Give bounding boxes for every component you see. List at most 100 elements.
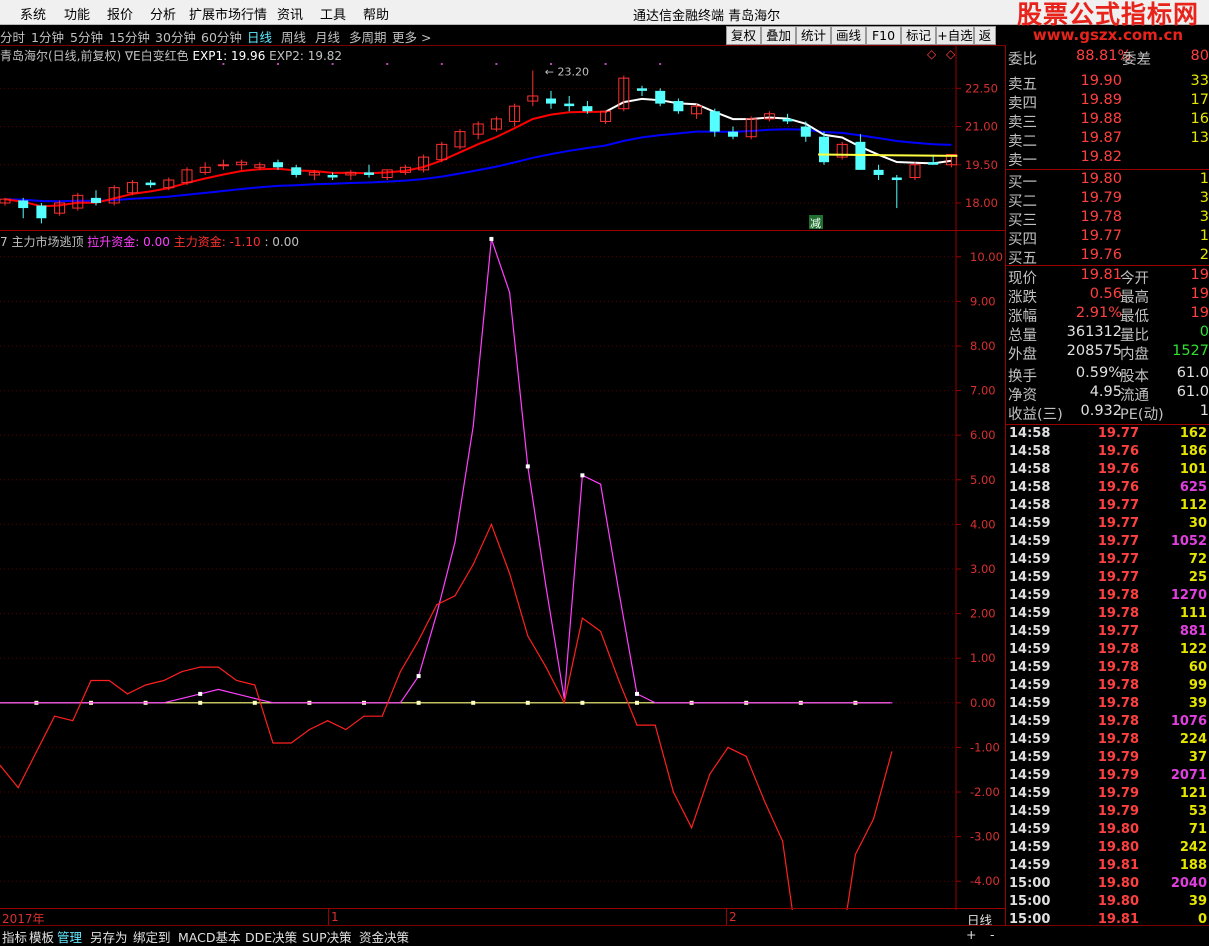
series-point xyxy=(563,702,565,704)
menu-function[interactable]: 功能 xyxy=(64,4,90,23)
series-point xyxy=(327,702,329,704)
period-intraday[interactable]: 分时 xyxy=(0,27,25,46)
tick-time: 14:59 xyxy=(1009,552,1051,567)
tick-row: 14:59 19.77 1052 xyxy=(1006,534,1209,552)
stat-row: 涨幅 2.91% 最低 19 xyxy=(1006,305,1209,325)
series-point xyxy=(90,679,92,682)
tick-row: 14:59 19.78 60 xyxy=(1006,660,1209,678)
tab-macd-basic[interactable]: MACD基本 xyxy=(178,927,240,946)
tab-sup-decision[interactable]: SUP决策 xyxy=(302,927,352,946)
tick-volume: 122 xyxy=(1179,642,1207,657)
menu-quote[interactable]: 报价 xyxy=(107,4,133,23)
statistics-button[interactable]: 统计 xyxy=(796,26,831,45)
candle xyxy=(472,121,484,140)
tab-fund-decision[interactable]: 资金决策 xyxy=(359,927,409,946)
candle xyxy=(691,103,703,119)
tick-price: 19.76 xyxy=(1097,444,1139,459)
tick-row: 14:58 19.77 112 xyxy=(1006,498,1209,516)
series-point xyxy=(509,572,511,575)
yellow-line xyxy=(817,153,958,157)
period-daily[interactable]: 日线 xyxy=(247,27,272,46)
tick-time: 15:00 xyxy=(1009,876,1051,891)
stat-label: 换手 xyxy=(1008,369,1037,385)
indicator-ytick-label: 7.00 xyxy=(970,384,996,398)
price-candlestick-chart[interactable]: 22.5021.0019.5018.00← 23.20← 17.00减 xyxy=(0,45,1005,231)
indicator-chart[interactable]: 10.00 9.00 8.00 7.00 6.00 5.00 4.00 3.00 2.00 1.0… xyxy=(0,230,1005,910)
tick-volume: 1052 xyxy=(1170,534,1207,549)
tick-time: 14:59 xyxy=(1009,534,1051,549)
tick-row: 14:58 19.76 101 xyxy=(1006,462,1209,480)
menu-info[interactable]: 资讯 xyxy=(277,4,303,23)
add-watchlist-button[interactable]: +自选 xyxy=(936,26,974,45)
series-point xyxy=(436,613,438,615)
tab-save-as[interactable]: 另存为 xyxy=(90,927,128,946)
period-weekly[interactable]: 周线 xyxy=(281,27,306,46)
candle-body xyxy=(582,106,593,112)
tick-price: 19.77 xyxy=(1097,426,1139,441)
stat-value: 361312 xyxy=(1066,324,1122,340)
indicator-ytick-label: -4.00 xyxy=(970,874,1000,888)
signal-dot xyxy=(550,63,552,65)
period-more[interactable]: 更多 > xyxy=(392,27,431,46)
indicator-ytick-label: -1.00 xyxy=(970,740,1000,754)
tick-price: 19.79 xyxy=(1097,804,1139,819)
candle-body xyxy=(709,111,720,132)
zoom-out-button[interactable]: - xyxy=(990,927,995,942)
bid-level-label: 买三 xyxy=(1008,213,1037,229)
period-5min[interactable]: 5分钟 xyxy=(70,27,103,46)
period-15min[interactable]: 15分钟 xyxy=(109,27,150,46)
ask-level-label: 卖一 xyxy=(1008,153,1037,169)
menu-help[interactable]: 帮助 xyxy=(363,4,389,23)
signal-dot xyxy=(659,63,662,65)
series-point xyxy=(600,630,602,633)
draw-line-button[interactable]: 画线 xyxy=(831,26,866,45)
tab-dde-decision[interactable]: DDE决策 xyxy=(245,927,297,946)
month-divider xyxy=(726,909,727,925)
f10-button[interactable]: F10 xyxy=(866,26,901,45)
ask-level-volume: 16 xyxy=(1190,111,1209,127)
bid-level-row: 买二 19.79 3 xyxy=(1006,190,1209,210)
main-ytick-label: 18.00 xyxy=(965,196,998,210)
return-button[interactable]: 返 xyxy=(974,26,996,45)
candle-body xyxy=(637,88,647,91)
candle-body xyxy=(546,98,556,104)
series-point xyxy=(709,773,711,775)
period-60min[interactable]: 60分钟 xyxy=(201,27,242,46)
series-point xyxy=(181,670,183,673)
tab-template[interactable]: 模板 xyxy=(29,927,54,946)
signal-dot xyxy=(440,63,443,65)
overlay-button[interactable]: 叠加 xyxy=(761,26,796,45)
restore-rights-button[interactable]: 复权 xyxy=(726,26,761,45)
menu-analysis[interactable]: 分析 xyxy=(150,4,176,23)
tab-bind-to[interactable]: 绑定到 xyxy=(133,927,171,946)
series-point xyxy=(163,702,165,704)
menu-system[interactable]: 系统 xyxy=(20,4,46,23)
tick-price: 19.76 xyxy=(1097,462,1139,477)
tick-row: 14:59 19.77 72 xyxy=(1006,552,1209,570)
zoom-in-button[interactable]: + xyxy=(966,927,976,942)
period-1min[interactable]: 1分钟 xyxy=(31,27,64,46)
menu-extended-market[interactable]: 扩展市场行情 xyxy=(189,4,267,23)
reduce-tag: 减 xyxy=(810,217,821,230)
tick-price: 19.78 xyxy=(1097,732,1139,747)
ask-level-price: 19.82 xyxy=(1080,149,1122,165)
candle xyxy=(873,164,884,181)
ask-level-volume: 33 xyxy=(1190,73,1209,89)
tick-price: 19.78 xyxy=(1097,588,1139,603)
period-30min[interactable]: 30分钟 xyxy=(155,27,196,46)
candle-body xyxy=(273,162,283,168)
mark-button[interactable]: 标记 xyxy=(901,26,936,45)
menu-tools[interactable]: 工具 xyxy=(320,4,346,23)
series-point xyxy=(327,720,329,722)
bid-level-row: 买四 19.77 1 xyxy=(1006,228,1209,248)
period-monthly[interactable]: 月线 xyxy=(315,27,340,46)
series-point xyxy=(509,291,511,294)
tick-row: 14:59 19.77 25 xyxy=(1006,570,1209,588)
exp1-line-red xyxy=(4,110,606,208)
tick-time: 15:00 xyxy=(1009,894,1051,909)
tab-manage[interactable]: 管理 xyxy=(57,927,82,946)
period-multi[interactable]: 多周期 xyxy=(349,27,387,46)
candle xyxy=(418,154,430,173)
tab-indicator[interactable]: 指标 xyxy=(2,927,27,946)
bid-level-price: 19.76 xyxy=(1080,247,1122,263)
